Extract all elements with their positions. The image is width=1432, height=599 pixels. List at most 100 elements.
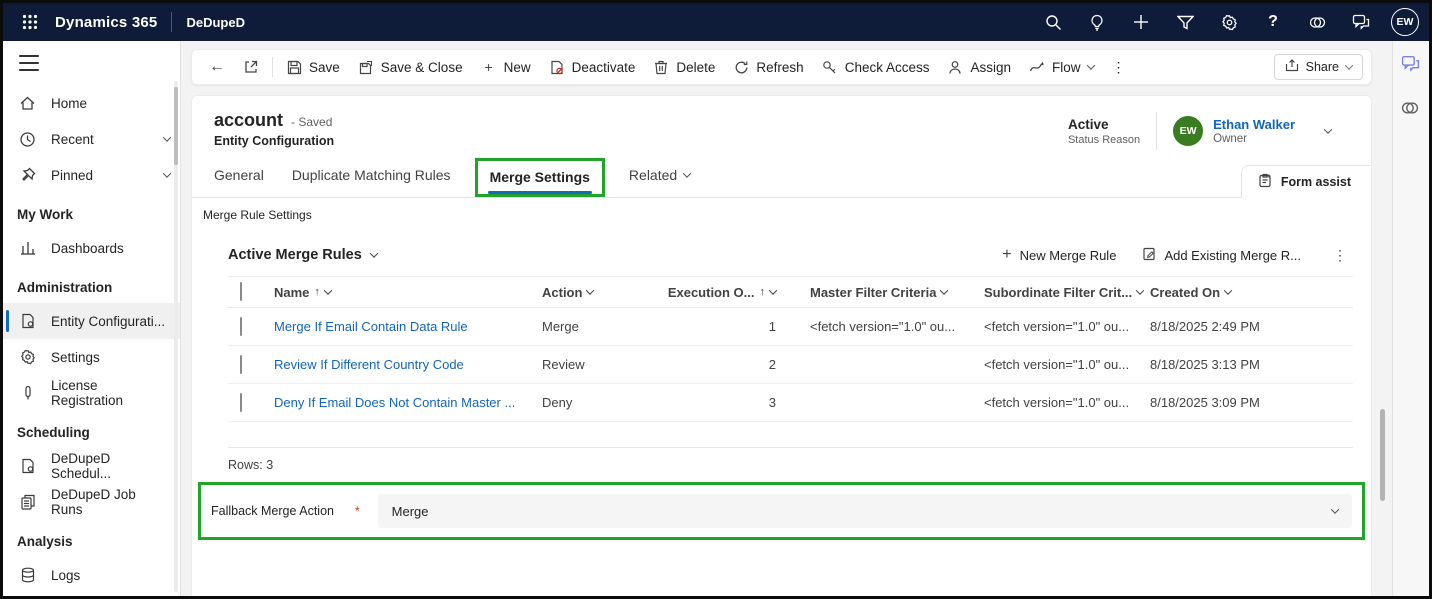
new-merge-rule-button[interactable]: + New Merge Rule — [1002, 246, 1116, 264]
grid-more-commands-icon[interactable]: ⋮ — [1327, 247, 1353, 264]
share-button[interactable]: Share — [1274, 54, 1363, 80]
form-assist-button[interactable]: Form assist — [1241, 165, 1371, 198]
row-checkbox[interactable] — [240, 317, 242, 336]
popout-icon[interactable] — [234, 53, 268, 81]
chevron-down-icon[interactable] — [163, 133, 171, 141]
lightbulb-icon[interactable] — [1075, 3, 1119, 41]
merge-rule-name-link[interactable]: Deny If Email Does Not Contain Master ..… — [274, 395, 542, 410]
deactivate-button[interactable]: Deactivate — [540, 53, 645, 81]
sidebar-item-entity-configuration[interactable]: Entity Configurati... — [3, 303, 180, 339]
sidebar-item-recent[interactable]: Recent — [3, 121, 180, 157]
home-icon — [19, 95, 36, 112]
column-header-execution-order[interactable]: Execution O... ↑ — [660, 285, 810, 300]
column-header-subordinate-filter[interactable]: Subordinate Filter Crit... — [984, 285, 1150, 300]
trash-icon — [653, 59, 669, 75]
copilot-icon[interactable] — [1295, 3, 1339, 41]
merge-rules-subgrid: Active Merge Rules + New Merge Rule — [228, 246, 1353, 474]
owner-avatar: EW — [1173, 116, 1203, 146]
settings-gear-icon[interactable] — [1207, 3, 1251, 41]
merge-rule-name-link[interactable]: Merge If Email Contain Data Rule — [274, 319, 542, 334]
sidebar-item-dedupe-job-runs[interactable]: DeDupeD Job Runs — [3, 484, 180, 520]
comments-icon[interactable] — [1401, 55, 1421, 75]
tab-duplicate-matching-rules[interactable]: Duplicate Matching Rules — [292, 159, 451, 196]
column-header-action[interactable]: Action — [542, 285, 660, 300]
gear-icon — [19, 349, 36, 366]
app-name[interactable]: DeDupeD — [186, 15, 245, 30]
sidebar-item-label: DeDupeD Schedul... — [51, 451, 170, 481]
view-selector[interactable]: Active Merge Rules — [228, 247, 377, 263]
topbar-divider — [171, 12, 172, 32]
row-checkbox[interactable] — [240, 393, 242, 412]
table-row[interactable]: Deny If Email Does Not Contain Master ..… — [228, 384, 1353, 422]
sidebar-item-label: Home — [51, 96, 87, 111]
status-field: Active Status Reason — [1068, 117, 1140, 146]
more-commands-button[interactable]: ⋮ — [1103, 53, 1135, 81]
main-scrollbar-thumb[interactable] — [1380, 409, 1385, 501]
chevron-down-icon[interactable] — [163, 169, 171, 177]
app-launcher-waffle-icon[interactable] — [15, 7, 45, 37]
add-icon[interactable] — [1119, 3, 1163, 41]
required-asterisk: * — [355, 504, 360, 518]
save-and-close-button[interactable]: Save & Close — [349, 53, 472, 81]
owner-role-label: Owner — [1213, 133, 1295, 145]
sidebar-group-scheduling: Scheduling — [3, 411, 180, 448]
search-icon[interactable] — [1031, 3, 1075, 41]
clock-icon — [19, 131, 36, 148]
save-close-icon — [358, 59, 374, 75]
grid-header-row: Name ↑ Action Execution O... ↑ — [228, 276, 1353, 308]
refresh-button[interactable]: Refresh — [724, 53, 812, 81]
row-count-label: Rows: 3 — [228, 448, 1353, 474]
record-header: account - Saved Entity Configuration Act… — [192, 96, 1371, 198]
plus-icon: + — [481, 59, 497, 75]
help-icon[interactable]: ? — [1251, 3, 1295, 41]
sidebar-item-dedupe-scheduler[interactable]: DeDupeD Schedul... — [3, 448, 180, 484]
sidebar-scrollbar-thumb[interactable] — [174, 87, 178, 165]
annotation-box-fallback-merge-action: Fallback Merge Action * Merge — [198, 482, 1365, 540]
site-map-sidebar: Home Recent Pinned My Work Dashboards Ad… — [3, 41, 181, 596]
sidebar-group-my-work: My Work — [3, 193, 180, 230]
table-row[interactable]: Review If Different Country Code Review … — [228, 346, 1353, 384]
header-expand-chevron-icon[interactable] — [1324, 125, 1332, 133]
owner-field[interactable]: EW Ethan Walker Owner — [1173, 116, 1295, 146]
sidebar-item-pinned[interactable]: Pinned — [3, 157, 180, 193]
owner-name-link[interactable]: Ethan Walker — [1213, 117, 1295, 132]
column-header-name[interactable]: Name ↑ — [274, 285, 542, 300]
sidebar-item-label: Logs — [51, 568, 80, 583]
column-header-created-on[interactable]: Created On — [1150, 285, 1353, 300]
add-existing-merge-rule-button[interactable]: Add Existing Merge R... — [1142, 247, 1301, 264]
tab-related[interactable]: Related — [629, 159, 690, 196]
user-avatar[interactable]: EW — [1391, 8, 1419, 36]
brand-title[interactable]: Dynamics 365 — [55, 14, 157, 31]
flow-button[interactable]: Flow — [1020, 53, 1103, 81]
delete-button[interactable]: Delete — [644, 53, 724, 81]
sidebar-item-home[interactable]: Home — [3, 85, 180, 121]
sidebar-item-license-registration[interactable]: License Registration — [3, 375, 180, 411]
save-button[interactable]: Save — [277, 53, 349, 81]
sidebar-item-dashboards[interactable]: Dashboards — [3, 230, 180, 266]
app-window: Dynamics 365 DeDupeD ? — [0, 0, 1432, 599]
back-button[interactable]: ← — [200, 53, 234, 81]
sidebar-item-logs[interactable]: Logs — [3, 557, 180, 593]
license-icon — [19, 385, 36, 402]
copilot-side-icon[interactable] — [1401, 99, 1421, 119]
select-all-checkbox[interactable] — [240, 282, 242, 301]
feedback-icon[interactable] — [1339, 3, 1383, 41]
filter-icon[interactable] — [1163, 3, 1207, 41]
new-button[interactable]: + New — [472, 53, 540, 81]
assign-button[interactable]: Assign — [939, 53, 1021, 81]
right-side-rail — [1392, 41, 1429, 596]
fallback-merge-action-dropdown[interactable]: Merge — [378, 494, 1352, 528]
column-header-master-filter[interactable]: Master Filter Criteria — [810, 285, 984, 300]
sidebar-item-label: Entity Configurati... — [51, 314, 165, 329]
tab-general[interactable]: General — [214, 159, 264, 196]
collapse-sidebar-icon[interactable] — [19, 55, 39, 71]
command-divider — [272, 57, 273, 77]
check-access-button[interactable]: Check Access — [813, 53, 939, 81]
sidebar-item-settings[interactable]: Settings — [3, 339, 180, 375]
plus-icon: + — [1002, 246, 1011, 264]
table-row[interactable]: Merge If Email Contain Data Rule Merge 1… — [228, 308, 1353, 346]
merge-rule-name-link[interactable]: Review If Different Country Code — [274, 357, 542, 372]
row-checkbox[interactable] — [240, 355, 242, 374]
deactivate-icon — [549, 59, 565, 75]
tab-merge-settings[interactable]: Merge Settings — [488, 163, 592, 194]
